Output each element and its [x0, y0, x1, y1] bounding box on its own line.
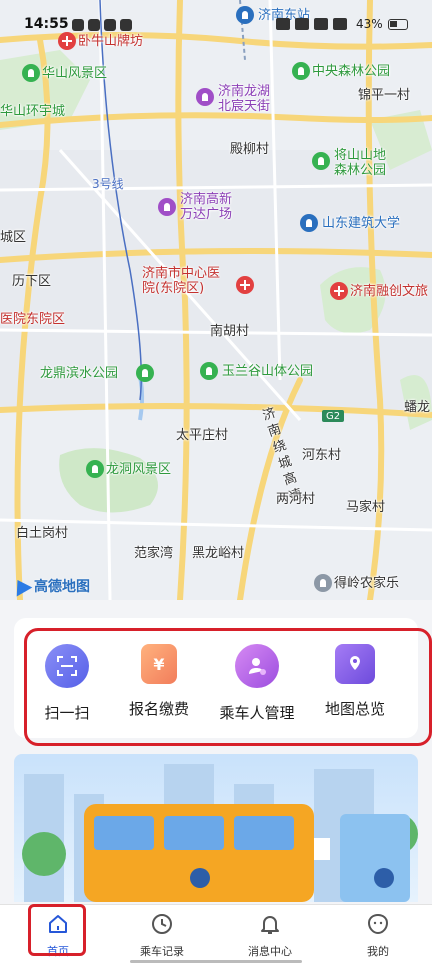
- map-label-hedong: 河东村: [302, 448, 342, 463]
- map-label-baitu: 白土岗村: [16, 526, 69, 541]
- map-label-dianliu: 殿柳村: [230, 142, 270, 157]
- park-pin-icon: [312, 152, 330, 170]
- home-tab-highlight-box: [28, 904, 86, 956]
- park-pin-icon: [200, 362, 218, 380]
- map-label-fanjia: 范家湾: [134, 546, 174, 561]
- scenic-pin-icon: [330, 282, 348, 300]
- map-label-jiangshan: 将山山地 森林公园: [334, 148, 387, 178]
- university-pin-icon: [300, 214, 318, 232]
- park-pin-icon: [22, 64, 40, 82]
- park-pin-icon: [86, 460, 104, 478]
- tab-ride-records[interactable]: 乘车记录: [122, 913, 202, 959]
- wifi-icon: [333, 18, 347, 30]
- vibrate-icon: [276, 18, 290, 30]
- notification-icon: [88, 19, 100, 31]
- map-label-huanyu: 华山环宇城: [0, 104, 66, 119]
- map-label-central-hospital: 济南市中心医 院(东院区): [142, 266, 221, 296]
- bell-icon: [261, 916, 279, 934]
- map-label-sd-jianzhu: 山东建筑大学: [322, 216, 401, 231]
- tab-messages[interactable]: 消息中心: [230, 913, 310, 959]
- notification-icons: [72, 19, 132, 31]
- map-label-rongchuang: 济南融创文旅: [350, 284, 429, 299]
- amap-logo-icon: [9, 575, 33, 597]
- mall-pin-icon: [196, 88, 214, 106]
- map-label-yulan: 玉兰谷山体公园: [222, 364, 314, 379]
- profile-icon: [367, 913, 389, 935]
- map-label-lianghe: 两河村: [276, 492, 316, 507]
- battery-icon: [388, 19, 408, 30]
- tab-profile[interactable]: 我的: [338, 913, 418, 959]
- network-speed-icon: [295, 18, 309, 30]
- battery-percent: 43%: [356, 17, 383, 31]
- quick-actions-highlight-box: [24, 628, 432, 746]
- map-label-longhu: 济南龙湖 北宸天街: [218, 84, 271, 114]
- system-icons: [276, 18, 347, 30]
- map-label-wanda: 济南高新 万达广场: [180, 192, 233, 222]
- park-pin-icon: [136, 364, 154, 382]
- map-label-deling: 得岭农家乐: [334, 576, 400, 591]
- clock-icon: [152, 914, 172, 934]
- map-label-panlong: 蟠龙: [404, 400, 431, 415]
- map-label-longdong: 龙洞风景区: [106, 462, 172, 477]
- tab-messages-label: 消息中心: [248, 945, 292, 958]
- hospital-pin-icon: [236, 276, 254, 294]
- map-label-nanhu: 南胡村: [210, 324, 250, 339]
- map-label-chengqu: 城区: [0, 230, 27, 245]
- map-label-central-forest: 中央森林公园: [312, 64, 391, 79]
- location-pin-icon: [314, 574, 332, 592]
- status-bar: 14:55 43%: [0, 0, 432, 48]
- notification-icon: [120, 19, 132, 31]
- tab-ride-records-label: 乘车记录: [140, 945, 184, 958]
- map-label-huashan: 华山风景区: [42, 66, 108, 81]
- mall-pin-icon: [158, 198, 176, 216]
- notification-icon: [72, 19, 84, 31]
- map-label-taiping: 太平庄村: [176, 428, 229, 443]
- map-label-majia: 马家村: [346, 500, 386, 515]
- tab-profile-label: 我的: [367, 945, 389, 958]
- sim-icon: [314, 18, 328, 30]
- map-label-hospital-east: 医院东院区: [0, 312, 66, 327]
- map-label-line3: 3号线: [92, 177, 124, 191]
- notification-icon: [104, 19, 116, 31]
- map-label-g2: G2: [326, 411, 341, 422]
- map-view[interactable]: 济南东站 卧牛山牌坊 华山风景区 华山环宇城 济南龙湖 北宸天街 中央森林公园 …: [0, 0, 432, 600]
- status-time: 14:55: [24, 16, 69, 32]
- map-label-lixia: 历下区: [12, 274, 52, 289]
- park-pin-icon: [292, 62, 310, 80]
- map-label-longding: 龙鼎滨水公园: [40, 366, 119, 381]
- bus-banner-image[interactable]: [14, 754, 418, 902]
- amap-logo-text: 高德地图: [34, 579, 90, 595]
- amap-logo: 高德地图: [9, 575, 90, 597]
- gesture-bar[interactable]: [130, 960, 302, 963]
- map-label-jinping: 锦平一村: [358, 88, 411, 103]
- map-label-heilong: 黑龙峪村: [192, 546, 245, 561]
